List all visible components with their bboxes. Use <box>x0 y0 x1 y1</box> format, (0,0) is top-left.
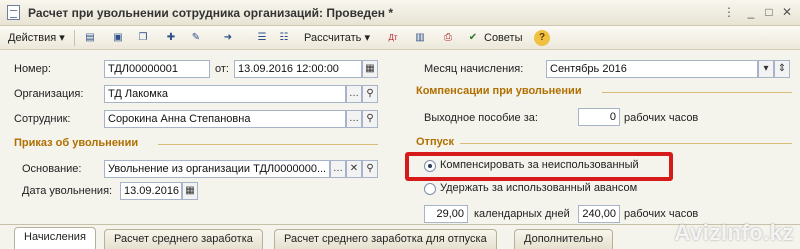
check-icon[interactable]: ✔ <box>465 30 481 46</box>
search-icon[interactable]: ⚲ <box>362 85 378 103</box>
compensate-radio[interactable] <box>424 160 436 172</box>
dt-kt-icon[interactable]: Дт <box>385 30 401 46</box>
severance-label: Выходное пособие за: <box>424 112 538 124</box>
report-icon[interactable]: ▥ <box>412 30 428 46</box>
calendar-days-label: календарных дней <box>474 208 570 220</box>
from-label: от: <box>215 63 229 75</box>
title-bar: Расчет при увольнении сотрудника организ… <box>0 0 800 26</box>
help-icon[interactable]: ? <box>534 30 550 46</box>
post-document-icon[interactable]: ▤ <box>82 30 98 46</box>
tab-average-earnings[interactable]: Расчет среднего заработка <box>104 229 263 249</box>
menu-dots-icon[interactable]: ⋮ <box>722 5 736 19</box>
tab-average-earnings-vacation[interactable]: Расчет среднего заработка для отпуска <box>274 229 497 249</box>
dropdown-arrow-icon[interactable]: ▾ <box>758 60 774 78</box>
dismissal-section-title: Приказ об увольнении <box>14 137 139 149</box>
stepper-icon[interactable]: ⇕ <box>774 60 790 78</box>
tab-accruals[interactable]: Начисления <box>14 227 96 249</box>
compensate-option-label[interactable]: Компенсировать за неиспользованный <box>440 159 639 171</box>
employee-field[interactable]: Сорокина Анна Степановна <box>104 110 346 128</box>
print-icon[interactable]: ⎙ <box>440 30 456 46</box>
maximize-icon[interactable]: □ <box>762 5 776 19</box>
calendar-icon[interactable]: ▦ <box>182 182 198 200</box>
organization-field[interactable]: ТД Лакомка <box>104 85 346 103</box>
section-divider <box>158 144 378 145</box>
calendar-icon[interactable]: ▦ <box>362 60 378 78</box>
work-hours-label: рабочих часов <box>624 208 699 220</box>
tips-button[interactable]: Советы <box>484 29 522 47</box>
ellipsis-icon[interactable]: … <box>330 160 346 178</box>
ellipsis-icon[interactable]: … <box>346 110 362 128</box>
structure-icon[interactable]: ☷ <box>276 30 292 46</box>
number-field[interactable]: ТДЛ00000001 <box>104 60 210 78</box>
window-title: Расчет при увольнении сотрудника организ… <box>28 6 394 20</box>
ellipsis-icon[interactable]: … <box>346 85 362 103</box>
compensation-section-title: Компенсации при увольнении <box>416 85 582 97</box>
toolbar-separator <box>74 30 75 46</box>
document-date-field[interactable]: 13.09.2016 12:00:00 <box>234 60 362 78</box>
add-icon[interactable]: ✚ <box>163 30 179 46</box>
document-icon <box>7 5 20 20</box>
clear-icon[interactable]: ✕ <box>346 160 362 178</box>
goto-icon[interactable]: ➜ <box>220 30 236 46</box>
dismissal-date-label: Дата увольнения: <box>22 185 113 197</box>
search-icon[interactable]: ⚲ <box>362 110 378 128</box>
number-label: Номер: <box>14 63 51 75</box>
basis-field[interactable]: Увольнение из организации ТДЛ0000000... <box>104 160 330 178</box>
watermark: AvizInfo.kz <box>674 220 794 245</box>
month-label: Месяц начисления: <box>424 63 524 75</box>
calendar-days-field[interactable]: 29,00 <box>424 205 468 223</box>
copy-icon[interactable]: ❐ <box>135 30 151 46</box>
organization-label: Организация: <box>14 88 84 100</box>
dismissal-date-field[interactable]: 13.09.2016 <box>120 182 182 200</box>
save-icon[interactable]: ▣ <box>110 30 126 46</box>
section-divider <box>602 92 792 93</box>
calculate-menu[interactable]: Рассчитать ▾ <box>304 29 370 47</box>
employee-label: Сотрудник: <box>14 113 71 125</box>
close-icon[interactable]: ✕ <box>780 5 794 19</box>
actions-menu[interactable]: Действия ▾ <box>8 29 65 47</box>
search-icon[interactable]: ⚲ <box>362 160 378 178</box>
severance-unit: рабочих часов <box>624 112 699 124</box>
section-divider <box>460 143 792 144</box>
tab-additional[interactable]: Дополнительно <box>514 229 614 249</box>
month-field[interactable]: Сентябрь 2016 <box>546 60 758 78</box>
severance-field[interactable]: 0 <box>578 108 620 126</box>
minimize-icon[interactable]: _ <box>744 5 758 19</box>
edit-icon[interactable]: ✎ <box>188 30 204 46</box>
work-hours-field[interactable]: 240,00 <box>578 205 620 223</box>
vacation-section-title: Отпуск <box>416 136 455 148</box>
list-icon[interactable]: ☰ <box>254 30 270 46</box>
toolbar: Действия ▾ ▤ ▣ ❐ ✚ ✎ ➜ ☰ ☷ Рассчитать ▾ … <box>0 26 800 50</box>
withhold-radio[interactable] <box>424 183 436 195</box>
withhold-option-label[interactable]: Удержать за использованный авансом <box>440 182 637 194</box>
basis-label: Основание: <box>22 163 82 175</box>
